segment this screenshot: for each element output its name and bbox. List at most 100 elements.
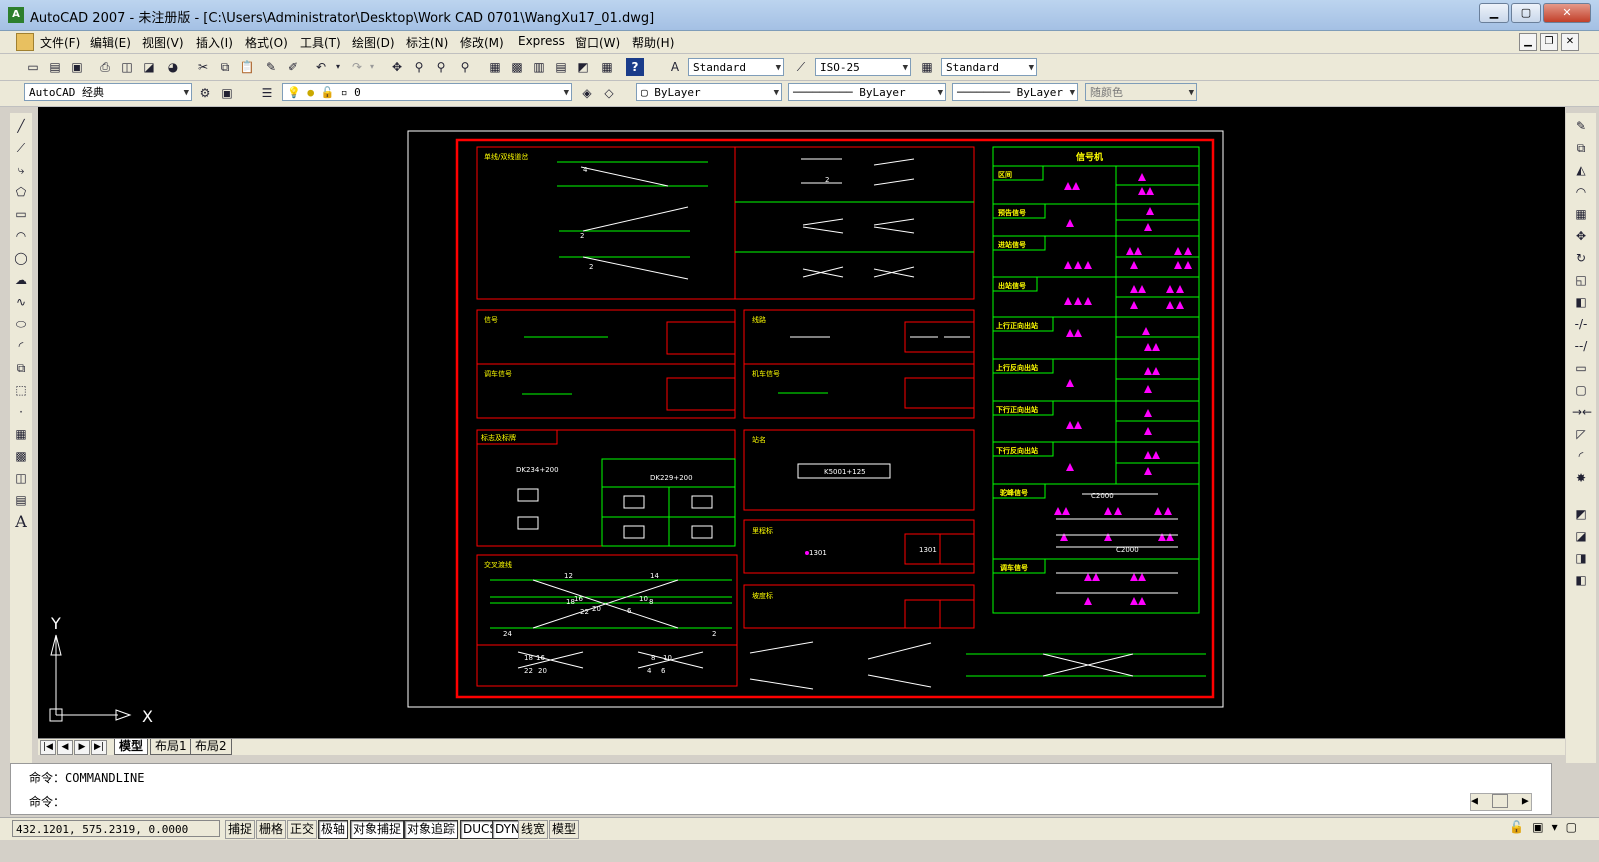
menu-view[interactable]: 视图(V) [142,34,184,51]
help-icon[interactable]: ? [626,58,644,76]
last-tab-icon[interactable]: ▶| [91,740,107,755]
calculator-icon[interactable]: ▦ [598,58,616,76]
drawing-canvas[interactable]: 单线/双线道岔 信号 调车信号 标志及标牌 交叉渡线 线路 机车信号 站名 里程… [38,107,1565,738]
lock-icon[interactable]: 🔓 [1509,820,1524,834]
model-space-toggle[interactable]: 模型 [549,820,580,839]
command-window[interactable]: 命令：COMMANDLINE 命令： [10,763,1552,815]
region-icon[interactable]: ◫ [12,469,30,487]
workspace-select[interactable]: AutoCAD 经典 ▼ [24,83,192,101]
trim-icon[interactable]: -/- [1572,315,1590,333]
layer-previous-icon[interactable]: ◇ [600,84,618,102]
linetype-select[interactable]: ───────── ByLayer ▼ [788,83,946,101]
arc-icon[interactable]: ◠ [12,227,30,245]
redo-icon[interactable]: ↷ [348,58,366,76]
table-style-select[interactable]: Standard ▼ [941,58,1037,76]
table-icon[interactable]: ▤ [12,491,30,509]
sheet-set-icon[interactable]: ▤ [552,58,570,76]
scroll-right-icon[interactable]: ▶ [1522,797,1529,807]
rectangle-icon[interactable]: ▭ [12,205,30,223]
draw-order-back-icon[interactable]: ◪ [1572,527,1590,545]
maximize-button[interactable]: ▢ [1511,3,1541,23]
spline-icon[interactable]: ∿ [12,293,30,311]
multiline-text-icon[interactable]: A [12,513,30,531]
text-style-select[interactable]: Standard ▼ [688,58,784,76]
ellipse-arc-icon[interactable]: ◜ [12,337,30,355]
menu-edit[interactable]: 编辑(E) [90,34,131,51]
menu-help[interactable]: 帮助(H) [632,34,674,51]
draw-order-under-icon[interactable]: ◧ [1572,571,1590,589]
lineweight-toggle[interactable]: 线宽 [518,820,549,839]
tab-model[interactable]: 模型 [114,739,149,755]
point-icon[interactable]: · [12,403,30,421]
dim-style-icon[interactable]: ⟋ [792,58,810,76]
menu-file[interactable]: 文件(F) [40,34,80,51]
move-icon[interactable]: ✥ [1572,227,1590,245]
snap-toggle[interactable]: 捕捉 [225,820,256,839]
block-editor-icon[interactable]: ✐ [284,58,302,76]
draw-order-above-icon[interactable]: ◨ [1572,549,1590,567]
doc-restore-button[interactable]: ❐ [1540,33,1558,51]
drawing-svg[interactable]: 单线/双线道岔 信号 调车信号 标志及标牌 交叉渡线 线路 机车信号 站名 里程… [38,107,1565,738]
menu-tools[interactable]: 工具(T) [300,34,341,51]
draw-order-front-icon[interactable]: ◩ [1572,505,1590,523]
chamfer-icon[interactable]: ◸ [1572,425,1590,443]
fillet-icon[interactable]: ◜ [1572,447,1590,465]
paste-icon[interactable]: 📋 [238,58,256,76]
explode-icon[interactable]: ✸ [1572,469,1590,487]
zoom-previous-icon[interactable]: ⚲ [456,58,474,76]
menu-window[interactable]: 窗口(W) [575,34,620,51]
osnap-toggle[interactable]: 对象捕捉 [350,820,405,839]
text-style-icon[interactable]: A [666,58,684,76]
gradient-icon[interactable]: ▩ [12,447,30,465]
erase-icon[interactable]: ✎ [1572,117,1590,135]
command-scrollbar[interactable]: ◀ ▶ [1470,793,1532,811]
prev-tab-icon[interactable]: ◀ [57,740,73,755]
undo-dropdown-icon[interactable]: ▾ [334,58,342,76]
redo-dropdown-icon[interactable]: ▾ [368,58,376,76]
open-icon[interactable]: ▤ [46,58,64,76]
cut-icon[interactable]: ✂ [194,58,212,76]
polygon-icon[interactable]: ⬠ [12,183,30,201]
plot-preview-icon[interactable]: ◫ [118,58,136,76]
zoom-realtime-icon[interactable]: ⚲ [410,58,428,76]
lineweight-select[interactable]: ──────── ByLayer ▼ [952,83,1078,101]
menu-format[interactable]: 格式(O) [245,34,288,51]
join-icon[interactable]: →← [1572,403,1592,421]
layer-select[interactable]: 💡 ● 🔓 ▫ 0 ▼ [282,83,572,101]
markup-icon[interactable]: ◩ [574,58,592,76]
new-icon[interactable]: ▭ [24,58,42,76]
copy-icon[interactable]: ⧉ [216,58,234,76]
next-tab-icon[interactable]: ▶ [74,740,90,755]
command-input-line[interactable]: 命令： [29,793,65,810]
match-properties-icon[interactable]: ✎ [262,58,280,76]
layer-manager-icon[interactable]: ☰ [258,84,276,102]
menu-modify[interactable]: 修改(M) [460,34,504,51]
print-icon[interactable]: ⎙ [96,58,114,76]
dim-style-select[interactable]: ISO-25 ▼ [815,58,911,76]
revision-cloud-icon[interactable]: ☁ [12,271,30,289]
menu-express[interactable]: Express [518,34,565,48]
doc-close-button[interactable]: ✕ [1561,33,1579,51]
offset-icon[interactable]: ◠ [1572,183,1590,201]
communication-center-icon[interactable]: ▣ [1532,820,1543,834]
status-menu-icon[interactable]: ▾ [1552,820,1558,834]
menu-draw[interactable]: 绘图(D) [352,34,395,51]
pan-icon[interactable]: ✥ [388,58,406,76]
stretch-icon[interactable]: ◧ [1572,293,1590,311]
menu-dimension[interactable]: 标注(N) [406,34,448,51]
extend-icon[interactable]: --/ [1572,337,1590,355]
otrack-toggle[interactable]: 对象追踪 [404,820,459,839]
clean-screen-icon[interactable]: ▢ [1566,820,1577,834]
zoom-window-icon[interactable]: ⚲ [432,58,450,76]
mirror-icon[interactable]: ◭ [1572,161,1590,179]
save-workspace-icon[interactable]: ▣ [218,84,236,102]
document-icon[interactable] [16,33,34,51]
scroll-left-icon[interactable]: ◀ [1471,797,1478,807]
construction-line-icon[interactable]: ⟋ [12,139,30,157]
polar-toggle[interactable]: 极轴 [318,820,349,839]
tool-palettes-icon[interactable]: ▥ [530,58,548,76]
break-icon[interactable]: ▢ [1572,381,1590,399]
make-layer-current-icon[interactable]: ◈ [578,84,596,102]
break-at-point-icon[interactable]: ▭ [1572,359,1590,377]
array-icon[interactable]: ▦ [1572,205,1590,223]
